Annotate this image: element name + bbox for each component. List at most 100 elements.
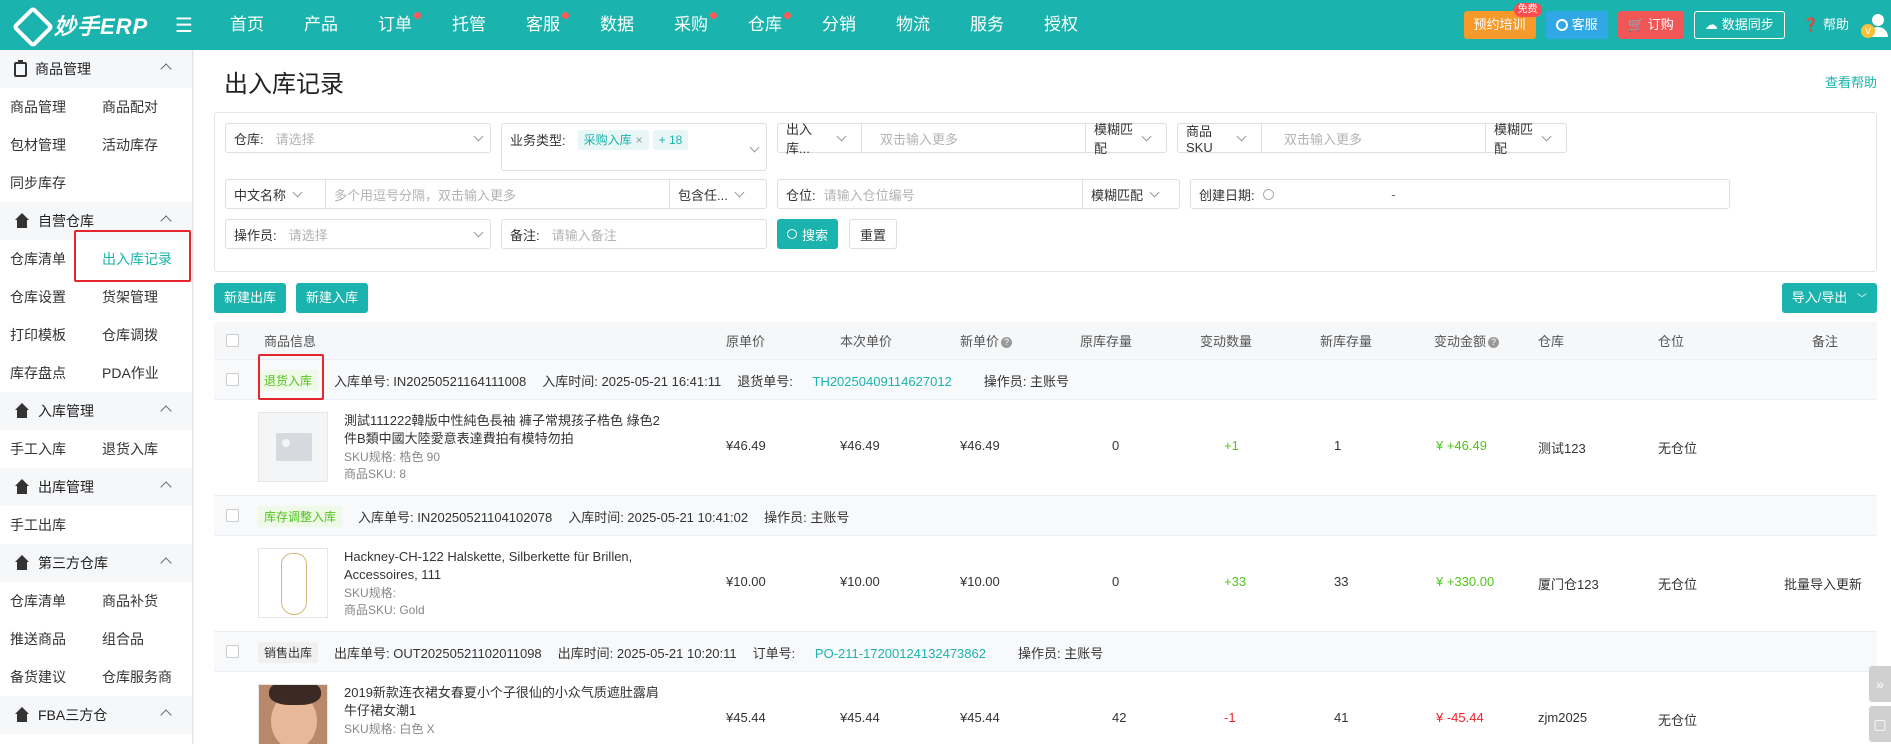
info-icon[interactable]: ? [1001, 337, 1013, 348]
sidebar-item[interactable]: 手工入库 [0, 439, 92, 459]
copy-panel-icon[interactable]: ▢ [1869, 706, 1891, 742]
chevron-down-icon [836, 131, 847, 141]
product-name[interactable]: Hackney-CH-122 Halskette, Silberkette fü… [344, 548, 674, 584]
avatar[interactable]: V [1861, 12, 1891, 38]
reset-label: 重置 [860, 227, 887, 243]
cn-name-type-select[interactable]: 中文名称 [226, 180, 326, 208]
col-this-price: 本次单价 [840, 334, 893, 349]
product-image[interactable] [258, 684, 328, 744]
sidebar-item[interactable]: 包材管理 [0, 135, 92, 155]
expand-panel-icon[interactable]: » [1869, 666, 1891, 702]
location-input[interactable]: 仓位: 请输入仓位编号 [778, 180, 1083, 208]
cell-orig-price: ¥46.49 [726, 438, 766, 453]
sidebar-group-2[interactable]: 入库管理 [0, 392, 192, 430]
sidebar-item[interactable]: 库存盘点 [0, 363, 92, 383]
product-image[interactable] [258, 548, 328, 618]
warehouse-icon [14, 403, 30, 419]
ref-link[interactable]: PO-211-17200124132473862 [815, 646, 986, 661]
sku-match-select[interactable]: 模糊匹配 [1486, 122, 1566, 156]
nav-item-9[interactable]: 物流 [876, 0, 950, 50]
view-help-link[interactable]: 查看帮助 [1825, 72, 1877, 91]
doc-number-type-select[interactable]: 出入库... [778, 122, 862, 156]
contains-select[interactable]: 包含任... [670, 180, 766, 208]
logo[interactable]: 妙手ERP [0, 8, 170, 42]
tag-close-icon[interactable]: × [636, 133, 643, 147]
info-icon[interactable]: ? [1488, 337, 1500, 348]
nav-item-3[interactable]: 托管 [432, 0, 506, 50]
sidebar-item[interactable]: 仓库服务商 [92, 667, 184, 687]
row-checkbox[interactable] [226, 373, 239, 386]
row-checkbox[interactable] [226, 509, 239, 522]
menu-toggle-icon[interactable]: ☰ [170, 13, 198, 38]
doc-number-input[interactable]: 双击输入更多 [862, 124, 1086, 152]
product-name[interactable]: 測試111222韓版中性純色長袖 褲子常規孩子梏色 綠色2 件B類中國大陸愛意表達… [344, 412, 674, 448]
sidebar-item[interactable]: 仓库调拨 [92, 325, 184, 345]
reset-button[interactable]: 重置 [849, 219, 898, 249]
product-name[interactable]: 2019新款连衣裙女春夏小个子很仙的小众气质遮肚露肩 牛仔裙女潮1 [344, 684, 674, 720]
sidebar-item[interactable]: 商品管理 [0, 97, 92, 117]
product-image[interactable] [258, 412, 328, 482]
sidebar-item[interactable]: 推送商品 [0, 629, 92, 649]
nav-item-8[interactable]: 分销 [802, 0, 876, 50]
sku-filter: 商品SKU 双击输入更多 模糊匹配 [1177, 122, 1567, 156]
subscribe-button[interactable]: 🛒 订购 [1617, 11, 1684, 39]
sidebar-item[interactable]: 手工出库 [0, 515, 92, 535]
sidebar-group-5[interactable]: FBA三方仓 [0, 696, 192, 734]
logo-icon [14, 8, 48, 42]
sidebar-item[interactable]: 同步库存 [0, 173, 92, 193]
sidebar-item[interactable]: PDA作业 [92, 363, 184, 383]
sidebar-item[interactable]: 商品补货 [92, 591, 184, 611]
nav-item-6[interactable]: 采购 [654, 0, 728, 50]
warehouse-select[interactable]: 仓库: 请选择 [225, 123, 491, 153]
created-date-range[interactable]: 创建日期: - [1190, 179, 1730, 209]
nav-item-1[interactable]: 产品 [284, 0, 358, 50]
nav-item-11[interactable]: 授权 [1024, 0, 1098, 50]
ref-link[interactable]: TH20250409114627012 [813, 374, 952, 389]
highlight-annotation-type [258, 354, 324, 400]
question-icon: ❓ [1802, 17, 1819, 32]
business-type-select[interactable]: 业务类型: 采购入库 × + 18 [501, 123, 767, 171]
search-button[interactable]: 搜索 [777, 219, 839, 249]
product-info: 測試111222韓版中性純色長袖 褲子常規孩子梏色 綠色2 件B類中國大陸愛意表達… [344, 412, 674, 483]
records-table: 商品信息 原单价 本次单价 新单价? 原库存量 变动数量 新库存量 变动金额? … [214, 322, 1877, 744]
customer-service-button[interactable]: 客服 [1545, 11, 1608, 39]
remark-input[interactable]: 备注: 请输入备注 [501, 219, 767, 249]
sku-input[interactable]: 双击输入更多 [1262, 124, 1486, 152]
sidebar-item[interactable]: 仓库设置 [0, 287, 92, 307]
row-checkbox[interactable] [226, 645, 239, 658]
sidebar-item[interactable]: 退货入库 [92, 439, 184, 459]
sidebar-item[interactable]: 货架管理 [92, 287, 184, 307]
help-button[interactable]: ❓ 帮助 [1795, 11, 1857, 39]
nav-item-2[interactable]: 订单 [358, 0, 432, 50]
sidebar-item[interactable]: 备货建议 [0, 667, 92, 687]
sidebar-group-4[interactable]: 第三方仓库 [0, 544, 192, 582]
nav-item-5[interactable]: 数据 [580, 0, 654, 50]
nav-item-10[interactable]: 服务 [950, 0, 1024, 50]
sidebar-item[interactable]: 商品配对 [92, 97, 184, 117]
sku-type-select[interactable]: 商品SKU [1178, 124, 1262, 155]
record-time: 入库时间: 2025-05-21 16:41:11 [542, 374, 722, 389]
location-match-select[interactable]: 模糊匹配 [1083, 180, 1179, 208]
sidebar-group-title: 入库管理 [38, 403, 94, 419]
sidebar-group-0[interactable]: 商品管理 [0, 50, 192, 88]
sidebar-item[interactable]: 打印模板 [0, 325, 92, 345]
training-button[interactable]: 预约培训 免费 [1463, 3, 1542, 39]
nav-item-0[interactable]: 首页 [210, 0, 284, 50]
new-outbound-button[interactable]: 新建出库 [214, 283, 287, 313]
nav-item-4[interactable]: 客服 [506, 0, 580, 50]
sidebar-item[interactable]: 仓库清单 [0, 591, 92, 611]
chevron-up-icon [160, 405, 172, 417]
sidebar-item[interactable]: 组合品 [92, 629, 184, 649]
sidebar-item[interactable]: 活动库存 [92, 135, 184, 155]
operator-select[interactable]: 操作员: 请选择 [225, 219, 491, 249]
select-all-checkbox[interactable] [226, 334, 239, 347]
new-inbound-button[interactable]: 新建入库 [296, 283, 369, 313]
data-sync-button[interactable]: ☁ 数据同步 [1693, 11, 1785, 39]
table-row: Hackney-CH-122 Halskette, Silberkette fü… [214, 536, 1877, 632]
nav-item-7[interactable]: 仓库 [728, 0, 802, 50]
import-export-button[interactable]: 导入/导出 ﹀ [1781, 283, 1877, 313]
cn-name-input[interactable]: 多个用逗号分隔，双击输入更多 [326, 180, 670, 208]
sidebar-group-3[interactable]: 出库管理 [0, 468, 192, 506]
doc-number-match-select[interactable]: 模糊匹配 [1086, 122, 1166, 156]
fuzzy-match-label: 模糊匹配 [1091, 187, 1144, 203]
